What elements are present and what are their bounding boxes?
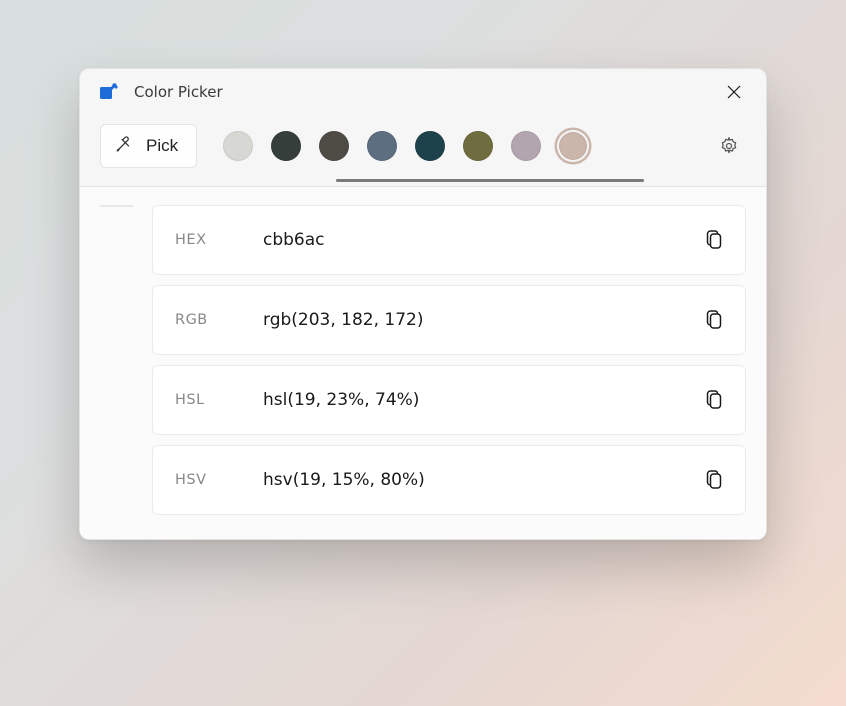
swatch-4[interactable] [415,131,445,161]
titlebar: Color Picker [80,69,766,114]
shades-column [100,205,134,207]
color-picker-window: Color Picker Pick [79,68,767,540]
format-row-hsl[interactable]: HSLhsl(19, 23%, 74%) [152,365,746,435]
content-area: HEXcbb6ac RGBrgb(203, 182, 172) HSLhsl(19,… [80,187,766,539]
settings-button[interactable] [712,129,746,163]
swatch-5[interactable] [463,131,493,161]
swatches-container [215,131,694,161]
pick-button-label: Pick [146,136,178,156]
toolbar: Pick [80,114,766,187]
pick-button[interactable]: Pick [100,124,197,168]
close-button[interactable] [712,78,756,106]
format-value: hsl(19, 23%, 74%) [263,390,703,410]
format-label: HSL [175,392,263,408]
swatch-2[interactable] [319,131,349,161]
format-label: HEX [175,232,263,248]
swatch-6[interactable] [511,131,541,161]
swatch-7[interactable] [559,132,587,160]
format-row-hex[interactable]: HEXcbb6ac [152,205,746,275]
copy-button[interactable] [703,308,727,332]
swatch-3[interactable] [367,131,397,161]
format-row-rgb[interactable]: RGBrgb(203, 182, 172) [152,285,746,355]
format-row-hsv[interactable]: HSVhsv(19, 15%, 80%) [152,445,746,515]
format-label: HSV [175,472,263,488]
format-value: rgb(203, 182, 172) [263,310,703,330]
eyedropper-icon [115,134,134,158]
copy-button[interactable] [703,468,727,492]
copy-button[interactable] [703,228,727,252]
swatch-0[interactable] [223,131,253,161]
format-value: hsv(19, 15%, 80%) [263,470,703,490]
formats-list: HEXcbb6ac RGBrgb(203, 182, 172) HSLhsl(19,… [152,205,746,515]
copy-button[interactable] [703,388,727,412]
app-icon [100,83,118,101]
swatches-scrollbar[interactable] [336,179,644,182]
window-title: Color Picker [134,83,223,101]
format-value: cbb6ac [263,230,703,250]
swatch-1[interactable] [271,131,301,161]
format-label: RGB [175,312,263,328]
